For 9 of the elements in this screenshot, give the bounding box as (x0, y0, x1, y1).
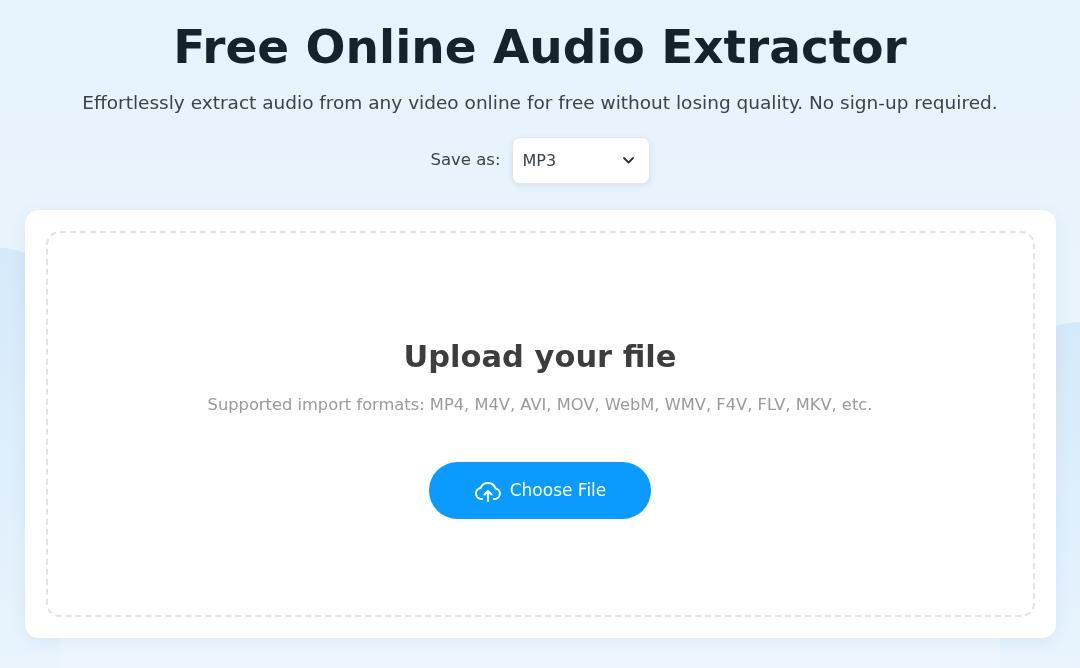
drop-zone[interactable]: Upload your file Supported import formats: MP4, M4V, AVI, MOV, WebM, WMV, F4V, FLV, MKV, etc. Choose File (45, 231, 1035, 617)
upload-heading: Upload your file (403, 338, 677, 376)
save-as-label: Save as: (430, 149, 501, 172)
supported-formats-text: Supported import formats: MP4, M4V, AVI, MOV, WebM, WMV, F4V, FLV, MKV, etc. (207, 394, 873, 416)
chevron-down-icon (622, 157, 634, 164)
page-subtitle: Effortlessly extract audio from any video online for free without losing quality. No sign-up required. (82, 91, 998, 115)
format-select[interactable]: MP3 (511, 137, 650, 184)
page-title: Free Online Audio Extractor (173, 18, 907, 76)
cloud-upload-icon (473, 479, 502, 502)
